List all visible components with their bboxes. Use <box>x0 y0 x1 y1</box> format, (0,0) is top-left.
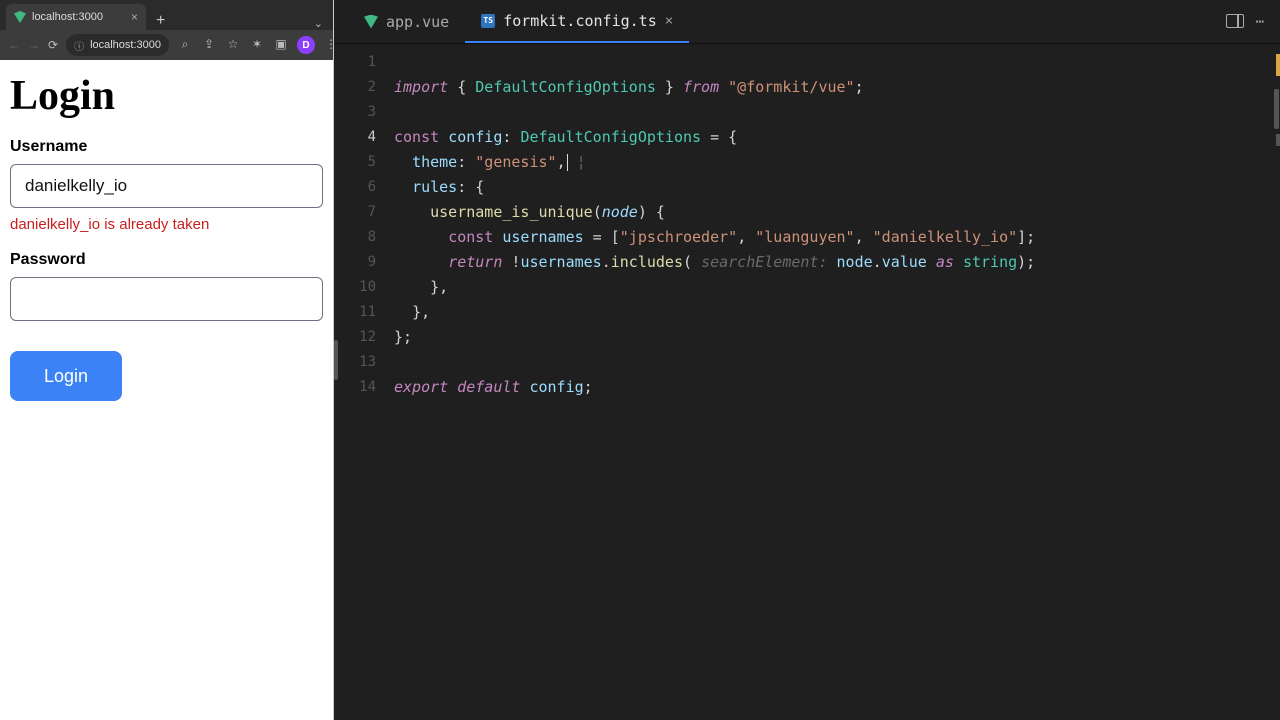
line-number: 3 <box>334 100 376 125</box>
line-number: 10 <box>334 275 376 300</box>
line-number: 7 <box>334 200 376 225</box>
tabs-dropdown-icon[interactable]: ⌄ <box>304 17 333 30</box>
line-number: 1 <box>334 50 376 75</box>
browser-tab-title: localhost:3000 <box>32 11 125 23</box>
browser-window: localhost:3000 × + ⌄ ← → ⟳ ⓘ localhost:3… <box>0 0 334 720</box>
code-editor: app.vue TS formkit.config.ts × ⋯ 1234567… <box>334 0 1280 720</box>
more-actions-icon[interactable]: ⋯ <box>1256 14 1266 30</box>
browser-tabstrip: localhost:3000 × + ⌄ <box>0 0 333 30</box>
line-number: 6 <box>334 175 376 200</box>
editor-tabstrip: app.vue TS formkit.config.ts × ⋯ <box>334 0 1280 44</box>
site-info-icon[interactable]: ⓘ <box>74 38 84 53</box>
reload-icon[interactable]: ⟳ <box>48 37 58 53</box>
minimap-viewport[interactable] <box>1274 89 1279 129</box>
minimap-scrollbar[interactable] <box>1266 44 1280 720</box>
minimap-marker <box>1276 54 1280 76</box>
vue-file-icon <box>364 15 378 29</box>
tab-formkit-config[interactable]: TS formkit.config.ts × <box>465 0 689 43</box>
username-input[interactable] <box>10 164 323 208</box>
extensions-icon[interactable]: ✶ <box>249 36 265 52</box>
close-tab-icon[interactable]: × <box>665 13 673 29</box>
line-number: 5 <box>334 150 376 175</box>
text-caret <box>567 154 568 171</box>
browser-tab[interactable]: localhost:3000 × <box>6 4 146 30</box>
code-content[interactable]: import { DefaultConfigOptions } from "@f… <box>394 44 1280 720</box>
editor-tab-label: formkit.config.ts <box>503 12 657 30</box>
line-number: 9 <box>334 250 376 275</box>
password-label: Password <box>10 251 323 269</box>
bookmark-icon[interactable]: ☆ <box>225 36 241 52</box>
login-button[interactable]: Login <box>10 351 122 401</box>
split-editor-icon[interactable] <box>1226 14 1244 28</box>
profile-avatar[interactable]: D <box>297 36 315 54</box>
minimap-marker <box>1276 134 1280 146</box>
editor-tab-label: app.vue <box>386 13 449 31</box>
line-number: 13 <box>334 350 376 375</box>
page-content: Login Username danielkelly_io is already… <box>0 60 333 720</box>
password-input[interactable] <box>10 277 323 321</box>
line-number: 11 <box>334 300 376 325</box>
browser-toolbar: ← → ⟳ ⓘ localhost:3000 ⌕ ⇪ ☆ ✶ ▣ D ⋮ <box>0 30 333 60</box>
close-tab-icon[interactable]: × <box>131 10 138 24</box>
forward-icon[interactable]: → <box>28 37 40 53</box>
line-number: 14 <box>334 375 376 400</box>
tab-app-vue[interactable]: app.vue <box>348 0 465 43</box>
new-tab-button[interactable]: + <box>146 12 175 30</box>
pane-resize-handle[interactable] <box>334 340 338 380</box>
username-label: Username <box>10 138 323 156</box>
line-number: 4 <box>334 125 376 150</box>
address-bar[interactable]: ⓘ localhost:3000 <box>66 34 169 56</box>
vue-favicon-icon <box>14 11 26 23</box>
address-text: localhost:3000 <box>90 39 161 51</box>
share-icon[interactable]: ⇪ <box>201 36 217 52</box>
panel-icon[interactable]: ▣ <box>273 36 289 52</box>
search-icon[interactable]: ⌕ <box>177 36 193 52</box>
line-number: 8 <box>334 225 376 250</box>
page-title: Login <box>10 72 323 120</box>
line-number: 12 <box>334 325 376 350</box>
line-number: 2 <box>334 75 376 100</box>
ts-file-icon: TS <box>481 14 495 28</box>
code-area[interactable]: 1234567891011121314 import { DefaultConf… <box>334 44 1280 720</box>
back-icon[interactable]: ← <box>8 37 20 53</box>
username-error: danielkelly_io is already taken <box>10 216 323 233</box>
line-gutter: 1234567891011121314 <box>334 44 394 720</box>
